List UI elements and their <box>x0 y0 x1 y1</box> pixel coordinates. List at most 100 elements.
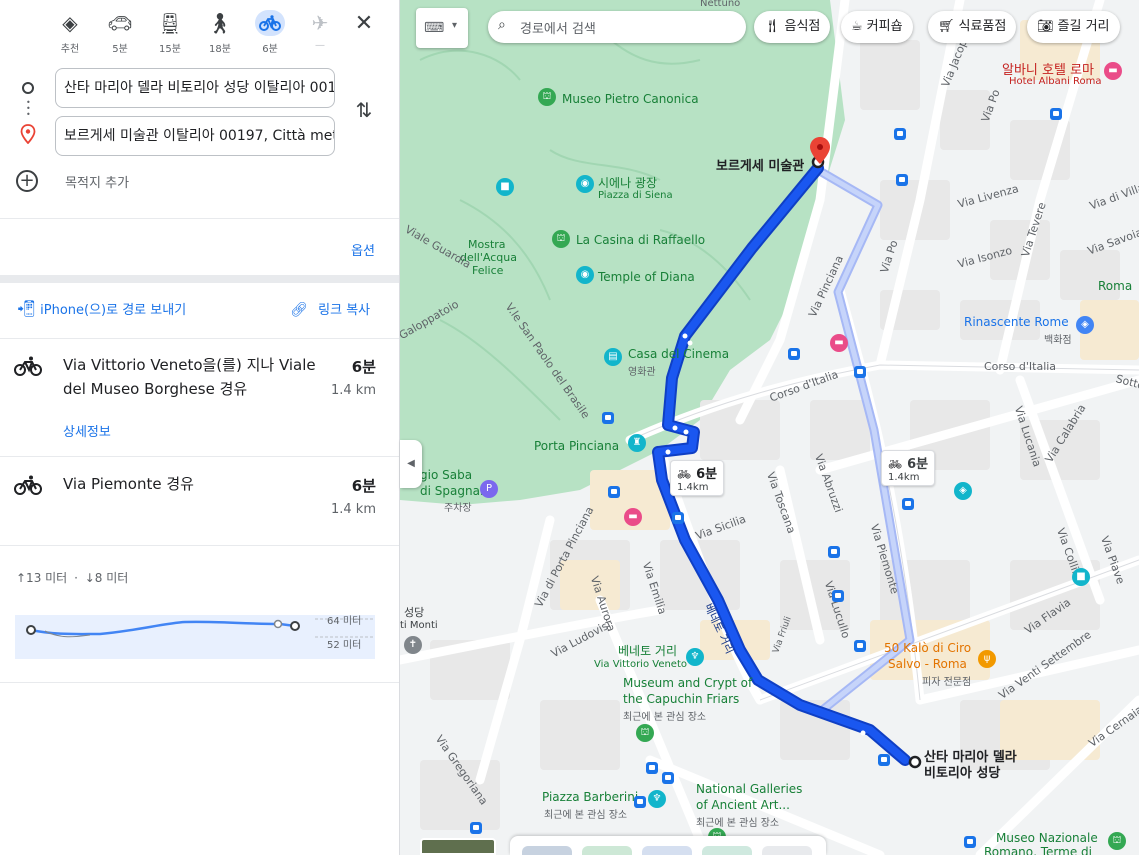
waypoint-icons: • • • <box>18 80 38 150</box>
bus-stop-icon[interactable] <box>964 836 976 848</box>
bus-stop-icon[interactable] <box>662 772 674 784</box>
bicycle-icon <box>14 356 42 376</box>
hotel-icon[interactable]: ▬ <box>1104 62 1122 80</box>
attraction-icon[interactable]: ■ <box>1072 568 1090 586</box>
bus-stop-icon[interactable] <box>608 486 620 498</box>
route-bubble-primary[interactable]: 🚲︎ 6분 1.4km <box>670 460 725 496</box>
bus-stop-icon[interactable] <box>894 128 906 140</box>
close-directions-button[interactable]: ✕ <box>350 10 378 38</box>
museum-icon[interactable]: ⛫ <box>636 724 654 742</box>
mode-car[interactable]: 🚗︎ 5분 <box>98 8 142 56</box>
poi-porta-pinciana[interactable]: Porta Pinciana <box>534 439 619 453</box>
attraction-icon[interactable]: ■ <box>496 178 514 196</box>
poi-capuchin-2: the Capuchin Friars <box>623 692 740 706</box>
poi-museo-canonica[interactable]: Museo Pietro Canonica <box>562 92 699 106</box>
poi-roma[interactable]: Roma <box>1098 279 1132 293</box>
copy-link-button[interactable]: 🔗︎ 링크 복사 <box>290 299 370 318</box>
pizza-icon[interactable]: ψ <box>978 650 996 668</box>
parking-icon[interactable]: P <box>480 480 498 498</box>
map-type-option[interactable] <box>642 846 692 855</box>
poi-mostra[interactable]: Mostra <box>468 238 506 251</box>
bus-stop-icon[interactable] <box>902 498 914 510</box>
chevron-left-icon: ◀ <box>407 458 415 469</box>
route-option-1[interactable]: Via Vittorio Veneto을(를) 지나 Viale del Mus… <box>0 340 399 456</box>
poi-casa-cinema-sub: 영화관 <box>628 367 656 378</box>
bus-stop-icon[interactable] <box>878 754 890 766</box>
church-icon[interactable]: ✝ <box>404 636 422 654</box>
monument-icon[interactable]: ♜ <box>628 434 646 452</box>
poi-temple[interactable]: Temple of Diana <box>598 270 695 284</box>
poi-national[interactable]: National Galleries <box>696 782 802 796</box>
bus-stop-icon[interactable] <box>470 822 482 834</box>
museum-icon[interactable]: ⛫ <box>538 88 556 106</box>
input-tools-button[interactable]: ⌨ ▾ <box>416 8 468 48</box>
attraction-icon[interactable]: ◈ <box>954 482 972 500</box>
shopping-icon[interactable]: ◈ <box>1076 316 1094 334</box>
chip-things-to-do[interactable]: 📷︎ 즐길 거리 <box>1027 11 1120 43</box>
camera-poi-icon[interactable]: ◉ <box>576 175 594 193</box>
poi-rinascente[interactable]: Rinascente Rome <box>964 315 1069 329</box>
options-link[interactable]: 옵션 <box>351 240 375 259</box>
poi-casina[interactable]: La Casina di Raffaello <box>576 233 705 247</box>
cinema-icon[interactable]: ▤ <box>604 348 622 366</box>
send-phone-icon: 📲︎ <box>16 299 37 318</box>
bus-stop-icon[interactable] <box>832 590 844 602</box>
map-type-option[interactable] <box>522 846 572 855</box>
bus-stop-icon[interactable] <box>828 546 840 558</box>
add-circle-icon: + <box>16 170 38 192</box>
poi-saba[interactable]: gio Saba <box>420 468 472 482</box>
poi-nazionale[interactable]: Museo Nazionale <box>996 831 1098 845</box>
bus-stop-icon[interactable] <box>634 796 646 808</box>
bus-stop-icon[interactable] <box>1050 108 1062 120</box>
museum-icon[interactable]: ⛫ <box>552 230 570 248</box>
route-time: 6분 <box>351 358 376 376</box>
hotel-icon[interactable]: ▬ <box>624 508 642 526</box>
bus-stop-icon[interactable] <box>854 366 866 378</box>
museum-icon[interactable]: ⛫ <box>1108 832 1126 850</box>
poi-veneto-sub: Via Vittorio Veneto <box>594 659 687 670</box>
bus-stop-icon[interactable] <box>602 412 614 424</box>
route-bubble-alternate[interactable]: 🚲︎ 6분 1.4km <box>881 450 936 486</box>
mode-recommended[interactable]: ◈ 추천 <box>48 8 92 56</box>
poi-casa-cinema[interactable]: Casa del Cinema <box>628 347 729 361</box>
elevation-min-label: 52 미터 <box>327 640 362 651</box>
mode-bicycle[interactable]: 6분 <box>248 8 292 56</box>
send-to-phone-button[interactable]: 📲︎ iPhone(으)로 경로 보내기 <box>16 299 186 318</box>
landmark-icon[interactable]: ♆ <box>648 790 666 808</box>
poi-siena-sub: Piazza di Siena <box>598 190 673 201</box>
chip-groceries[interactable]: 🛒︎ 식료품점 <box>928 11 1017 43</box>
mode-walk[interactable]: 🚶︎ 18분 <box>198 8 242 56</box>
collapse-panel-button[interactable]: ◀ <box>400 440 422 488</box>
bus-stop-icon[interactable] <box>896 174 908 186</box>
chip-restaurants[interactable]: 🍴︎ 음식점 <box>754 11 831 43</box>
bus-stop-icon[interactable] <box>788 348 800 360</box>
map-type-option[interactable] <box>582 846 632 855</box>
mode-flight[interactable]: ✈ — <box>298 8 342 56</box>
landmark-icon[interactable]: ♆ <box>686 648 704 666</box>
layers-button[interactable] <box>420 838 496 855</box>
map-type-option[interactable] <box>762 846 812 855</box>
poi-capuchin[interactable]: Museum and Crypt of <box>623 676 752 690</box>
bus-stop-icon[interactable] <box>672 512 684 524</box>
poi-kalo[interactable]: 50 Kalò di Ciro <box>884 641 971 655</box>
route-details-link[interactable]: 상세정보 <box>63 421 111 440</box>
mode-transit[interactable]: 🚆︎ 15분 <box>148 8 192 56</box>
camera-poi-icon[interactable]: ◉ <box>576 266 594 284</box>
add-destination-button[interactable]: + 목적지 추가 <box>16 170 129 194</box>
route-search-input[interactable]: ⌕ 경로에서 검색 <box>488 11 746 43</box>
chip-coffee[interactable]: ☕︎ 커피숍 <box>841 11 913 43</box>
destination-input[interactable]: 보르게세 미술관 이탈리아 00197, Città metropolitana… <box>55 116 335 156</box>
bus-stop-icon[interactable] <box>646 762 658 774</box>
hotel-icon[interactable]: ▬ <box>830 334 848 352</box>
map-type-option[interactable] <box>702 846 752 855</box>
map-canvas[interactable]: 보르게세 미술관 산타 마리아 델라 비토리아 성당 Museo Pietro … <box>400 0 1139 855</box>
keyboard-icon: ⌨ <box>424 20 445 36</box>
swap-waypoints-button[interactable]: ⇅ <box>352 98 376 122</box>
origin-input[interactable]: 산타 마리아 델라 비토리아 성당 이탈리아 00187 Roma <box>55 68 335 108</box>
route-option-2[interactable]: Via Piemonte 경유 6분 1.4 km <box>0 457 399 545</box>
road-label: Corso d'Italia <box>984 360 1057 373</box>
poi-barberini[interactable]: Piazza Barberini <box>542 790 638 804</box>
poi-veneto[interactable]: 베네토 거리 <box>618 642 677 659</box>
bus-stop-icon[interactable] <box>854 640 866 652</box>
poi-siena[interactable]: 시에나 광장 <box>598 174 657 191</box>
